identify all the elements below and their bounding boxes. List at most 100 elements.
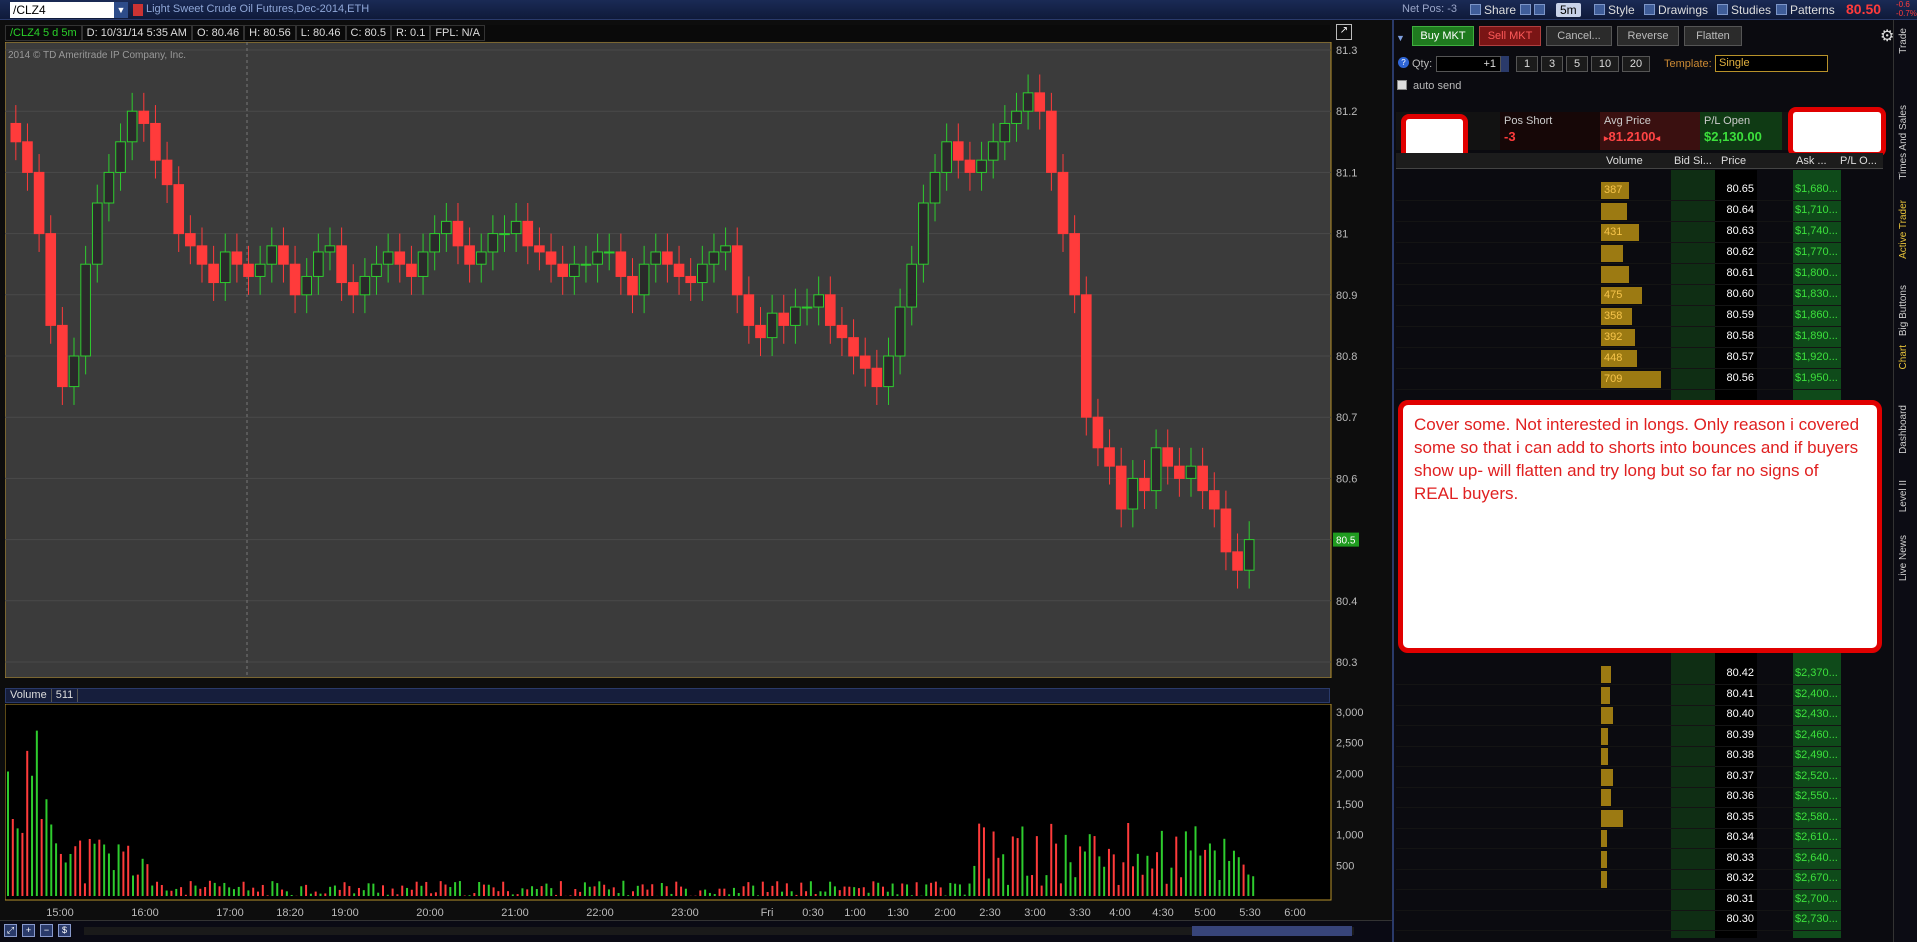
ladder-row[interactable]: 80.38 $2,490... [1396,746,1841,767]
ladder-row[interactable]: 475 80.60 $1,830... [1396,285,1841,306]
ladder-row[interactable]: 358 80.59 $1,860... [1396,306,1841,327]
timeframe-button[interactable]: 5m [1556,2,1581,18]
price-cell[interactable]: 80.58 [1715,330,1757,342]
ladder-row[interactable]: 80.39 $2,460... [1396,726,1841,747]
price-cell[interactable]: 80.32 [1715,872,1757,884]
flatten-button[interactable]: Flatten [1684,26,1742,46]
ask-column-header[interactable]: Ask ... [1796,155,1827,167]
zoom-out-icon[interactable]: − [40,924,53,937]
side-tab[interactable]: Trade [1898,28,1909,54]
qty-3-button[interactable]: 3 [1541,56,1563,72]
chart-scrollbar-thumb[interactable] [1192,926,1352,936]
side-tab[interactable]: Big Buttons [1898,285,1909,336]
price-cell[interactable]: 80.57 [1715,351,1757,363]
qty-20-button[interactable]: 20 [1622,56,1650,72]
share-button[interactable]: Share [1470,2,1516,18]
price-cell[interactable]: 80.37 [1715,770,1757,782]
tools-button[interactable] [1520,2,1548,18]
auto-send-checkbox[interactable]: auto send [1397,80,1461,92]
ladder-row[interactable]: 80.64 $1,710... [1396,201,1841,222]
qty-10-button[interactable]: 10 [1591,56,1619,72]
chart-tool-icon[interactable]: ↗ [1336,24,1352,40]
ladder-row[interactable]: 80.30 $2,730... [1396,910,1841,931]
ladder-row[interactable]: 80.31 $2,700... [1396,890,1841,911]
ladder-row[interactable]: 387 80.65 $1,680... [1396,180,1841,201]
side-tab[interactable]: Level II [1898,480,1909,512]
cancel-orders-button[interactable]: Cancel... [1546,26,1612,46]
price-cell[interactable]: 80.30 [1715,913,1757,925]
bid-column-header[interactable]: Bid Si... [1674,155,1712,167]
drawings-button[interactable]: Drawings [1644,2,1708,18]
time-tick-label: 23:00 [671,907,699,919]
price-cell[interactable]: 80.38 [1715,749,1757,761]
price-cell[interactable]: 80.33 [1715,852,1757,864]
side-tab[interactable]: Times And Sales [1898,105,1909,180]
chart-scrollbar[interactable] [84,927,1354,935]
ladder-row[interactable]: 80.61 $1,800... [1396,264,1841,285]
side-tab[interactable]: Chart [1898,345,1909,369]
ladder-row[interactable]: 80.34 $2,610... [1396,828,1841,849]
position-cell: Pos Short -3 [1500,112,1610,150]
ladder-row[interactable]: 392 80.58 $1,890... [1396,327,1841,348]
reverse-button[interactable]: Reverse [1617,26,1679,46]
price-chart[interactable]: 80.3 80.4 80.5 80.6 80.7 80.8 80.9 81 81.1 81.2 81… [5,42,1385,678]
price-cell[interactable]: 80.64 [1715,204,1757,216]
volume-chart[interactable]: 500 1,000 1,500 2,000 2,500 3,000 15:00 16:00 17… [5,704,1385,920]
ladder-row[interactable]: 80.62 $1,770... [1396,243,1841,264]
volume-column-header[interactable]: Volume [1606,155,1643,167]
price-cell[interactable]: 80.62 [1715,246,1757,258]
patterns-button[interactable]: Patterns [1776,2,1835,18]
symbol-input[interactable]: /CLZ4 [10,2,114,18]
price-cell[interactable]: 80.34 [1715,831,1757,843]
price-cell[interactable]: 80.42 [1715,667,1757,679]
ladder-row[interactable]: 80.36 $2,550... [1396,787,1841,808]
zoom-in-icon[interactable]: + [22,924,35,937]
ladder-row[interactable]: 709 80.56 $1,950... [1396,369,1841,390]
price-column-header[interactable]: Price [1721,155,1746,167]
ladder-row[interactable]: 80.40 $2,430... [1396,705,1841,726]
ladder-row[interactable]: 448 80.57 $1,920... [1396,348,1841,369]
collapse-arrow-icon[interactable]: ▼ [1396,33,1405,43]
dollar-icon[interactable]: $ [58,924,71,937]
style-button[interactable]: Style [1594,2,1635,18]
price-cell[interactable]: 80.41 [1715,688,1757,700]
ladder-row[interactable]: 80.41 $2,400... [1396,685,1841,706]
side-tab[interactable]: Dashboard [1898,405,1909,454]
expand-icon[interactable]: ⤢ [4,924,17,937]
price-cell[interactable]: 80.39 [1715,729,1757,741]
ladder-row[interactable]: 80.32 $2,670... [1396,869,1841,890]
quantity-stepper[interactable] [1501,56,1509,72]
price-cell[interactable]: 80.59 [1715,309,1757,321]
buy-market-button[interactable]: Buy MKT [1412,26,1474,46]
price-cell[interactable]: 80.60 [1715,288,1757,300]
ladder-row[interactable]: 431 80.63 $1,740... [1396,222,1841,243]
studies-button[interactable]: Studies [1717,2,1771,18]
ladder-row[interactable]: 80.42 $2,370... [1396,664,1841,685]
last-price: 80.50 [1846,1,1882,17]
price-cell[interactable]: 80.63 [1715,225,1757,237]
price-cell[interactable]: 80.61 [1715,267,1757,279]
sell-market-button[interactable]: Sell MKT [1479,26,1541,46]
template-select[interactable]: Single [1715,55,1828,72]
qty-5-button[interactable]: 5 [1566,56,1588,72]
price-cell[interactable]: 80.56 [1715,372,1757,384]
pl-column-header[interactable]: P/L O... [1840,155,1877,167]
price-cell[interactable]: 80.31 [1715,893,1757,905]
ladder-row[interactable]: 80.35 $2,580... [1396,808,1841,829]
chart-study-label[interactable]: /CLZ4 5 d 5m [5,25,82,41]
volume-bar-cell [1601,266,1629,283]
price-cell[interactable]: 80.36 [1715,790,1757,802]
price-cell[interactable]: 80.65 [1715,183,1757,195]
ladder-row[interactable]: 80.33 $2,640... [1396,849,1841,870]
price-cell[interactable]: 80.40 [1715,708,1757,720]
qty-1-button[interactable]: 1 [1516,56,1538,72]
side-tab[interactable]: Active Trader [1898,200,1909,259]
side-tab[interactable]: Live News [1898,535,1909,581]
chevron-down-icon[interactable]: ▼ [114,2,128,18]
candle-body [231,251,243,265]
time-tick-label: 17:00 [216,907,244,919]
candle-body [208,263,219,284]
quantity-input[interactable]: +1 [1436,56,1501,72]
ladder-row[interactable]: 80.37 $2,520... [1396,767,1841,788]
price-cell[interactable]: 80.35 [1715,811,1757,823]
